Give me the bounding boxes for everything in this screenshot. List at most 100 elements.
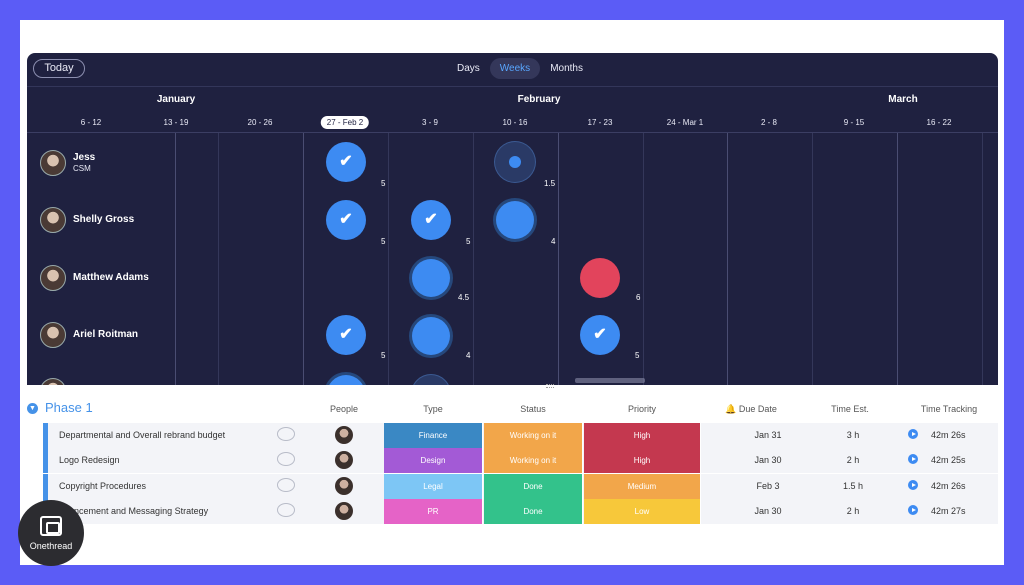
today-button[interactable]: Today	[33, 59, 85, 78]
workload-bubble[interactable]: ✔	[326, 200, 366, 240]
task-name[interactable]: Departmental and Overall rebrand budget	[59, 430, 225, 440]
workload-bubble[interactable]	[327, 375, 365, 385]
person-row-shelly-gross[interactable]: Shelly Gross	[40, 206, 134, 234]
group-title[interactable]: Phase 1	[45, 400, 93, 415]
avatar[interactable]	[335, 451, 353, 469]
person-row-matthew-adams[interactable]: Matthew Adams	[40, 264, 149, 292]
week-label[interactable]: 13 - 19	[164, 118, 189, 127]
week-label[interactable]: 24 - Mar 1	[667, 118, 703, 127]
person-row-partial[interactable]	[40, 377, 66, 385]
avatar	[40, 322, 66, 348]
due-date[interactable]: Jan 30	[738, 455, 798, 465]
avatar[interactable]	[335, 477, 353, 495]
type-cell[interactable]: Design	[384, 448, 483, 473]
horizontal-scrollbar[interactable]	[575, 378, 645, 383]
hours-label: 5	[381, 179, 386, 188]
week-label[interactable]: 10 - 16	[503, 118, 528, 127]
task-name[interactable]: Copyright Procedures	[59, 481, 146, 491]
comment-icon[interactable]	[277, 478, 295, 492]
comment-icon[interactable]	[277, 427, 295, 441]
grid-line	[897, 133, 898, 385]
priority-cell[interactable]: High	[584, 423, 701, 448]
tab-months[interactable]: Months	[540, 58, 593, 79]
collapse-chevron-icon[interactable]: ▼	[27, 403, 38, 414]
table-row[interactable]: Copyright Procedures Legal Done Medium F…	[43, 474, 998, 499]
workload-bubble[interactable]	[412, 259, 450, 297]
status-cell[interactable]: Done	[484, 499, 583, 524]
resize-handle[interactable]	[546, 384, 554, 388]
hours-label: 5	[466, 237, 471, 246]
week-label[interactable]: 20 - 26	[248, 118, 273, 127]
column-header-type[interactable]: Type	[423, 404, 443, 414]
play-icon[interactable]	[908, 454, 918, 464]
comment-icon[interactable]	[277, 452, 295, 466]
play-icon[interactable]	[908, 505, 918, 515]
tab-days[interactable]: Days	[447, 58, 490, 79]
table-row[interactable]: Departmental and Overall rebrand budget …	[43, 423, 998, 448]
time-estimate[interactable]: 2 h	[833, 506, 873, 516]
workload-bubble-overloaded[interactable]	[580, 258, 620, 298]
play-icon[interactable]	[908, 429, 918, 439]
column-header-time-tracking[interactable]: Time Tracking	[921, 404, 977, 414]
due-date[interactable]: Jan 31	[738, 430, 798, 440]
grid-line	[558, 133, 559, 385]
workload-bubble[interactable]	[496, 201, 534, 239]
table-row[interactable]: nouncement and Messaging Strategy PR Don…	[43, 499, 998, 524]
column-header-priority[interactable]: Priority	[628, 404, 656, 414]
hours-label: 1.5	[544, 179, 556, 188]
time-estimate[interactable]: 3 h	[833, 430, 873, 440]
task-name[interactable]: Logo Redesign	[59, 455, 120, 465]
workload-bubble[interactable]: ✔	[326, 142, 366, 182]
avatar[interactable]	[335, 426, 353, 444]
check-icon: ✔	[339, 153, 353, 170]
type-cell[interactable]: Legal	[384, 474, 483, 499]
workload-bubble[interactable]: ✔	[326, 315, 366, 355]
week-label[interactable]: 6 - 12	[81, 118, 101, 127]
grid-line	[643, 133, 644, 385]
week-label[interactable]: 9 - 15	[844, 118, 864, 127]
hours-label: 4	[466, 351, 471, 360]
tab-weeks[interactable]: Weeks	[489, 58, 541, 79]
week-label[interactable]: 17 - 23	[588, 118, 613, 127]
hours-label: 4	[551, 237, 556, 246]
table-row[interactable]: Logo Redesign Design Working on it High …	[43, 448, 998, 473]
due-date[interactable]: Feb 3	[738, 481, 798, 491]
time-estimate[interactable]: 1.5 h	[833, 481, 873, 491]
workload-bubble[interactable]	[495, 142, 535, 182]
priority-cell[interactable]: High	[584, 448, 701, 473]
workload-bubble[interactable]	[412, 375, 450, 385]
person-row-ariel-roitman[interactable]: Ariel Roitman	[40, 321, 138, 349]
workload-bubble[interactable]: ✔	[580, 315, 620, 355]
time-estimate[interactable]: 2 h	[833, 455, 873, 465]
type-cell[interactable]: PR	[384, 499, 483, 524]
avatar	[40, 378, 66, 385]
priority-cell[interactable]: Medium	[584, 474, 701, 499]
week-label[interactable]: 2 - 8	[761, 118, 777, 127]
task-name[interactable]: nouncement and Messaging Strategy	[59, 506, 208, 516]
column-header-time-est[interactable]: Time Est.	[831, 404, 869, 414]
status-cell[interactable]: Working on it	[484, 448, 583, 473]
workload-bubble[interactable]: ✔	[411, 200, 451, 240]
week-label[interactable]: 16 - 22	[927, 118, 952, 127]
avatar[interactable]	[335, 502, 353, 520]
type-cell[interactable]: Finance	[384, 423, 483, 448]
status-cell[interactable]: Working on it	[484, 423, 583, 448]
check-icon: ✔	[593, 326, 607, 343]
avatar	[40, 207, 66, 233]
hours-label: 5	[381, 237, 386, 246]
week-label-current[interactable]: 27 - Feb 2	[320, 116, 370, 129]
grid-line	[727, 133, 728, 385]
due-date[interactable]: Jan 30	[738, 506, 798, 516]
comment-icon[interactable]	[277, 503, 295, 517]
person-row-jess[interactable]: Jess CSM	[40, 149, 95, 177]
status-cell[interactable]: Done	[484, 474, 583, 499]
workload-bubble[interactable]	[412, 317, 450, 355]
grid-line	[303, 133, 304, 385]
priority-cell[interactable]: Low	[584, 499, 701, 524]
column-header-people[interactable]: People	[330, 404, 358, 414]
week-label[interactable]: 3 - 9	[422, 118, 438, 127]
hours-label: 4.5	[458, 293, 470, 302]
column-header-status[interactable]: Status	[520, 404, 546, 414]
column-header-due-date[interactable]: 🔔 Due Date	[725, 404, 777, 415]
play-icon[interactable]	[908, 480, 918, 490]
